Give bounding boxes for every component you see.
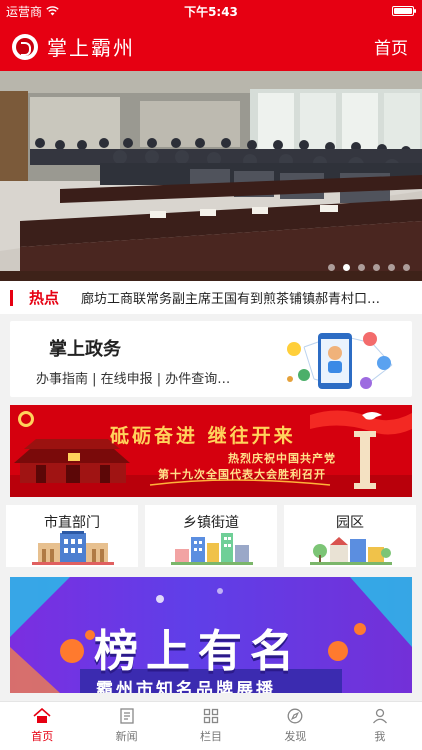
promo-banner-congress[interactable]: 砥砺奋进 继往开来 热烈庆祝中国共产党 第十九次全国代表大会胜利召开 xyxy=(10,405,412,497)
app-title: 掌上霸州 xyxy=(47,36,135,60)
status-bar: 运营商 下午5:43 xyxy=(0,0,422,22)
carousel-dot[interactable] xyxy=(388,264,395,271)
app-header: 掌上霸州 首页 xyxy=(0,22,422,71)
meeting-photo xyxy=(0,71,422,281)
user-icon xyxy=(372,708,387,724)
industrial-park-icon xyxy=(310,537,392,565)
promo-banner-brands[interactable]: 榜上有名 霸州市知名品牌展播 xyxy=(10,577,412,693)
tab-label: 我 xyxy=(374,730,386,743)
government-building-icon xyxy=(32,531,114,565)
tab-me[interactable]: 我 xyxy=(338,702,422,750)
tab-label: 栏目 xyxy=(200,730,223,743)
news-icon xyxy=(119,708,134,724)
hot-news-row[interactable]: 热点 廊坊工商联常务副主席王国有到煎茶铺镇郝青村口… xyxy=(0,281,422,314)
battery-icon xyxy=(392,6,416,16)
promo2-subtitle: 霸州市知名品牌展播 xyxy=(96,680,276,693)
carousel-dot[interactable] xyxy=(358,264,365,271)
grid-icon xyxy=(203,708,219,724)
tab-discover[interactable]: 发现 xyxy=(253,702,337,750)
tab-home[interactable]: 首页 xyxy=(0,702,84,750)
hot-tag: 热点 xyxy=(29,289,60,307)
city-buildings-icon xyxy=(171,533,253,565)
hot-accent-bar xyxy=(10,289,13,306)
carousel-dot[interactable] xyxy=(373,264,380,271)
promo-line1: 热烈庆祝中国共产党 xyxy=(228,452,336,465)
carousel-indicators xyxy=(328,264,410,271)
tab-news[interactable]: 新闻 xyxy=(84,702,168,750)
status-time: 下午5:43 xyxy=(184,4,238,19)
gov-title: 掌上政务 xyxy=(49,339,121,360)
gov-subtitle: 办事指南 | 在线申报 | 办件查询… xyxy=(36,372,231,387)
tab-label: 新闻 xyxy=(115,730,138,743)
carousel-dot[interactable] xyxy=(343,264,350,271)
home-icon xyxy=(33,708,51,723)
category-label: 园区 xyxy=(336,515,364,531)
compass-icon xyxy=(287,708,303,724)
hot-headline[interactable]: 廊坊工商联常务副主席王国有到煎茶铺镇郝青村口… xyxy=(81,288,417,307)
bottom-tab-bar: 首页 新闻 栏目 发现 我 xyxy=(0,701,422,750)
banner-carousel[interactable] xyxy=(0,71,422,281)
category-parks[interactable]: 园区 xyxy=(284,505,416,567)
promo2-title: 榜上有名 xyxy=(94,626,302,677)
gov-services-card[interactable]: 掌上政务 办事指南 | 在线申报 | 办件查询… xyxy=(10,321,412,397)
carousel-dot[interactable] xyxy=(328,264,335,271)
home-link[interactable]: 首页 xyxy=(374,34,408,59)
category-label: 乡镇街道 xyxy=(183,515,239,531)
app-logo-icon xyxy=(12,33,38,60)
tab-columns[interactable]: 栏目 xyxy=(169,702,253,750)
promo-line2: 第十九次全国代表大会胜利召开 xyxy=(158,468,326,481)
carousel-dot[interactable] xyxy=(403,264,410,271)
category-towns-streets[interactable]: 乡镇街道 xyxy=(145,505,277,567)
tab-label: 首页 xyxy=(31,730,54,743)
category-city-departments[interactable]: 市直部门 xyxy=(6,505,138,567)
tab-label: 发现 xyxy=(284,730,307,743)
category-label: 市直部门 xyxy=(44,515,100,531)
congress-banner-art xyxy=(10,405,412,497)
phone-network-icon xyxy=(287,332,393,389)
promo-slogan: 砥砺奋进 继往开来 xyxy=(110,425,296,447)
